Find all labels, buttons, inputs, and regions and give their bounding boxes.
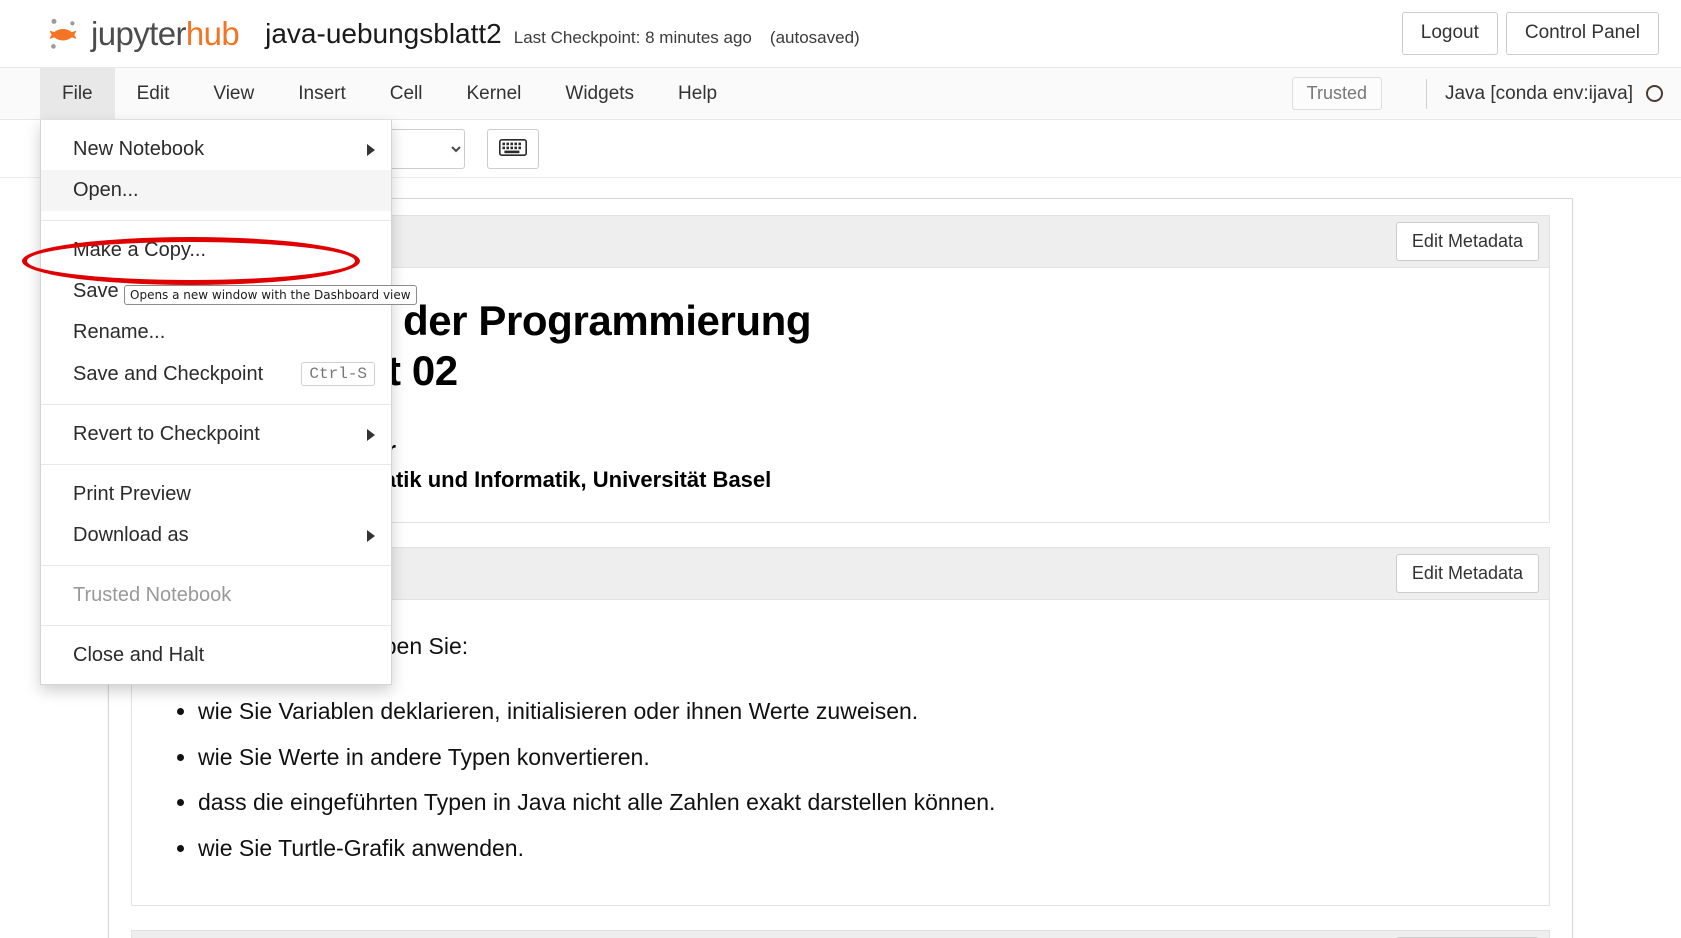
kernel-idle-circle-icon[interactable]	[1646, 85, 1663, 102]
file-menu-open-label: Open...	[73, 179, 139, 201]
menubar: File Edit View Insert Cell Kernel Widget…	[0, 68, 1681, 119]
file-menu-new-notebook-label: New Notebook	[73, 138, 205, 160]
file-menu-download-as-label: Download as	[73, 524, 189, 546]
file-menu-close-and-halt-label: Close and Halt	[73, 644, 205, 666]
file-menu-save-and-checkpoint[interactable]: Save and Checkpoint Ctrl-S	[41, 353, 391, 395]
brand-jupyter-text: jupyter	[91, 14, 186, 52]
file-menu-make-a-copy-label: Make a Copy...	[73, 239, 207, 261]
file-menu-rename[interactable]: Rename...	[41, 312, 391, 353]
edit-metadata-button[interactable]: Edit Metadata	[1395, 222, 1539, 261]
file-menu-new-notebook[interactable]: New Notebook	[41, 129, 391, 170]
menu-file[interactable]: File	[40, 68, 115, 119]
brand-text: jupyterhub	[91, 14, 240, 53]
menu-insert[interactable]: Insert	[276, 68, 368, 119]
file-menu-make-a-copy[interactable]: Make a Copy...	[41, 230, 391, 271]
menu-kernel[interactable]: Kernel	[444, 68, 543, 119]
file-menu-dropdown: New Notebook Open... Make a Copy... Save…	[40, 120, 392, 685]
menu-cell[interactable]: Cell	[368, 68, 445, 119]
file-menu-trusted-notebook: Trusted Notebook	[41, 575, 391, 616]
control-panel-button[interactable]: Control Panel	[1505, 12, 1659, 55]
file-menu-revert-to-checkpoint-label: Revert to Checkpoint	[73, 423, 260, 445]
chevron-right-icon	[367, 529, 375, 542]
file-menu-rename-label: Rename...	[73, 321, 166, 343]
notebook-title[interactable]: java-uebungsblatt2	[261, 16, 506, 52]
divider	[41, 220, 391, 221]
chevron-right-icon	[367, 428, 375, 441]
logout-button[interactable]: Logout	[1401, 12, 1498, 55]
menubar-right: Trusted Java [conda env:ijava]	[1291, 68, 1681, 119]
jupyterhub-logo-link[interactable]: jupyterhub	[44, 14, 240, 53]
chevron-right-icon	[367, 143, 375, 156]
menu-edit[interactable]: Edit	[115, 68, 192, 119]
file-menu-save-shortcut: Ctrl-S	[301, 362, 375, 386]
file-menu-save-and-checkpoint-label: Save and Checkpoint	[73, 362, 264, 385]
file-menu-open[interactable]: Open...	[41, 170, 391, 211]
edit-metadata-button[interactable]: Edit Metadata	[1395, 553, 1539, 593]
file-menu-revert-to-checkpoint[interactable]: Revert to Checkpoint	[41, 414, 391, 455]
checkpoint-status: Last Checkpoint: 8 minutes ago	[513, 27, 752, 47]
divider	[41, 404, 391, 405]
menu-view[interactable]: View	[191, 68, 276, 119]
notebook-name-area: java-uebungsblatt2 Last Checkpoint: 8 mi…	[261, 16, 1402, 52]
menubar-container: File Edit View Insert Cell Kernel Widget…	[0, 68, 1681, 685]
file-menu-download-as[interactable]: Download as	[41, 515, 391, 556]
file-menu-close-and-halt[interactable]: Close and Halt	[41, 635, 391, 676]
divider	[41, 464, 391, 465]
menu-help[interactable]: Help	[656, 68, 739, 119]
list-item: wie Sie Turtle-Grafik anwenden.	[198, 833, 1521, 865]
cell-metadata-bar: Edit Metadata	[132, 930, 1549, 938]
keyboard-icon	[499, 138, 528, 159]
markdown-bullet-list: wie Sie Variablen deklarieren, initialis…	[160, 696, 1521, 865]
file-menu-print-preview-label: Print Preview	[73, 483, 191, 505]
jupyter-logo-icon	[44, 15, 82, 53]
header-buttons: Logout Control Panel	[1401, 12, 1659, 55]
brand-hub-text: hub	[185, 14, 240, 52]
file-menu-print-preview[interactable]: Print Preview	[41, 474, 391, 515]
divider	[41, 625, 391, 626]
notebook-cell-markdown-next[interactable]: Edit Metadata	[131, 929, 1550, 938]
open-command-palette-button[interactable]	[487, 128, 540, 169]
divider	[41, 565, 391, 566]
list-item: wie Sie Variablen deklarieren, initialis…	[198, 696, 1521, 728]
page-header: jupyterhub java-uebungsblatt2 Last Check…	[0, 0, 1681, 68]
divider	[1425, 78, 1427, 109]
kernel-name-label: Java [conda env:ijava]	[1444, 82, 1633, 104]
list-item: wie Sie Werte in andere Typen konvertier…	[198, 742, 1521, 774]
list-item: dass die eingeführten Typen in Java nich…	[198, 787, 1521, 819]
autosave-status: (autosaved)	[769, 27, 860, 47]
trusted-badge-button[interactable]: Trusted	[1291, 77, 1382, 110]
open-menu-tooltip: Opens a new window with the Dashboard vi…	[124, 285, 417, 305]
file-menu-trusted-notebook-label: Trusted Notebook	[73, 584, 232, 606]
menu-widgets[interactable]: Widgets	[543, 68, 656, 119]
